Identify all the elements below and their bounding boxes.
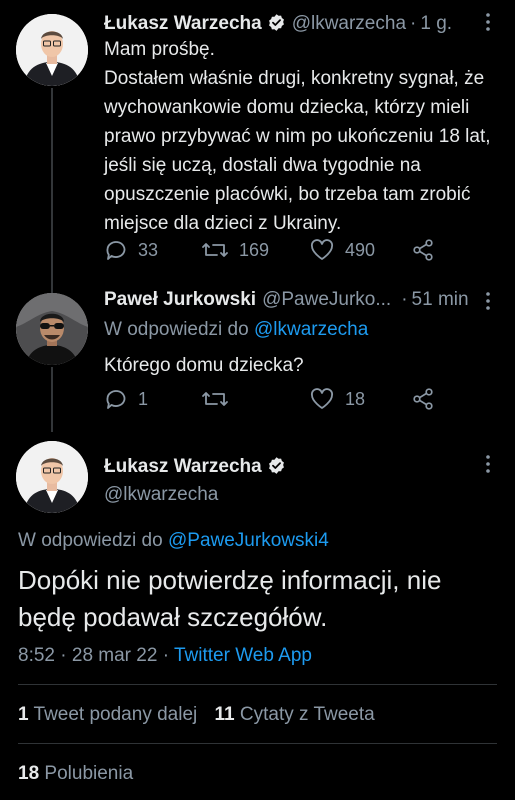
tweet-stats: 1 Tweet podany dalej 11 Cytaty z Tweeta bbox=[18, 704, 375, 726]
share-icon bbox=[413, 388, 433, 410]
like-icon bbox=[310, 239, 334, 260]
author-name[interactable]: Paweł Jurkowski bbox=[104, 289, 256, 311]
tweet-date[interactable]: 28 mar 22 bbox=[72, 645, 158, 666]
tweet-header: Łukasz Warzecha @lkwarzecha · 1 g. bbox=[104, 10, 452, 35]
author-handle[interactable]: @PaweJurko... bbox=[262, 289, 391, 311]
reply-button[interactable]: 1 bbox=[104, 387, 148, 411]
retweet-button[interactable]: 169 bbox=[201, 238, 269, 262]
reply-prefix: W odpowiedzi do bbox=[18, 530, 163, 551]
separator-dot: · bbox=[60, 645, 72, 666]
quotes-stat[interactable]: 11 Cytaty z Tweeta bbox=[215, 704, 375, 725]
share-icon bbox=[413, 239, 433, 261]
separator-dot: · bbox=[401, 289, 408, 310]
like-button[interactable]: 18 bbox=[309, 387, 365, 411]
reply-icon bbox=[106, 241, 126, 260]
retweet-icon bbox=[202, 243, 228, 257]
tweet-text: Którego domu dziecka? bbox=[104, 355, 304, 376]
tweet-actions: 1 18 bbox=[104, 387, 444, 411]
tweet-time[interactable]: 51 min bbox=[412, 289, 469, 311]
reply-context: W odpowiedzi do @lkwarzecha bbox=[104, 319, 368, 341]
separator-dot: · bbox=[162, 645, 174, 666]
reply-context: W odpowiedzi do @PaweJurkowski4 bbox=[18, 530, 329, 552]
thread-line bbox=[51, 88, 53, 293]
tweet-text: Mam prośbę. Dostałem właśnie drugi, konk… bbox=[104, 39, 491, 234]
tweet-header: Łukasz Warzecha bbox=[104, 453, 286, 478]
reply-button[interactable]: 33 bbox=[104, 238, 158, 262]
retweet-icon bbox=[202, 392, 228, 406]
avatar[interactable] bbox=[16, 441, 88, 513]
retweet-button[interactable] bbox=[201, 387, 239, 411]
reply-icon bbox=[106, 390, 126, 409]
divider bbox=[18, 743, 497, 744]
tweet-meta: 8:52 · 28 mar 22 · Twitter Web App bbox=[18, 645, 312, 667]
tweet-time[interactable]: 8:52 bbox=[18, 645, 55, 666]
author-handle[interactable]: @lkwarzecha bbox=[292, 13, 406, 35]
retweet-count: 169 bbox=[239, 239, 270, 260]
tweet-actions: 33 169 490 bbox=[104, 238, 444, 262]
avatar[interactable] bbox=[16, 14, 88, 86]
more-icon[interactable] bbox=[482, 11, 494, 38]
like-button[interactable]: 490 bbox=[309, 238, 375, 262]
share-button[interactable] bbox=[411, 238, 435, 262]
reply-count: 1 bbox=[138, 388, 149, 409]
share-button[interactable] bbox=[411, 387, 435, 411]
retweets-stat[interactable]: 1 Tweet podany dalej bbox=[18, 704, 197, 725]
more-icon[interactable] bbox=[482, 453, 494, 480]
reply-mention-link[interactable]: @PaweJurkowski4 bbox=[168, 530, 329, 551]
author-handle[interactable]: @lkwarzecha bbox=[104, 484, 218, 506]
likes-stat[interactable]: 18 Polubienia bbox=[18, 763, 133, 785]
author-name[interactable]: Łukasz Warzecha bbox=[104, 456, 262, 478]
like-count: 490 bbox=[345, 239, 376, 260]
divider bbox=[18, 684, 497, 685]
reply-mention-link[interactable]: @lkwarzecha bbox=[254, 319, 368, 340]
tweet-text: Dopóki nie potwierdzę informacji, nie bę… bbox=[18, 565, 442, 632]
like-count: 18 bbox=[345, 388, 366, 409]
verified-icon bbox=[267, 456, 286, 481]
more-icon[interactable] bbox=[482, 290, 494, 317]
tweet-time[interactable]: 1 g. bbox=[420, 13, 452, 35]
author-name[interactable]: Łukasz Warzecha bbox=[104, 13, 262, 35]
reply-prefix: W odpowiedzi do bbox=[104, 319, 249, 340]
avatar[interactable] bbox=[16, 293, 88, 365]
tweet-source-link[interactable]: Twitter Web App bbox=[174, 645, 312, 666]
thread-line bbox=[51, 367, 53, 432]
like-icon bbox=[310, 388, 334, 409]
tweet-header: Paweł Jurkowski @PaweJurko... · 51 min bbox=[104, 289, 469, 311]
reply-count: 33 bbox=[138, 239, 159, 260]
separator-dot: · bbox=[410, 13, 417, 34]
tweet-handle-row: @lkwarzecha bbox=[104, 484, 218, 506]
